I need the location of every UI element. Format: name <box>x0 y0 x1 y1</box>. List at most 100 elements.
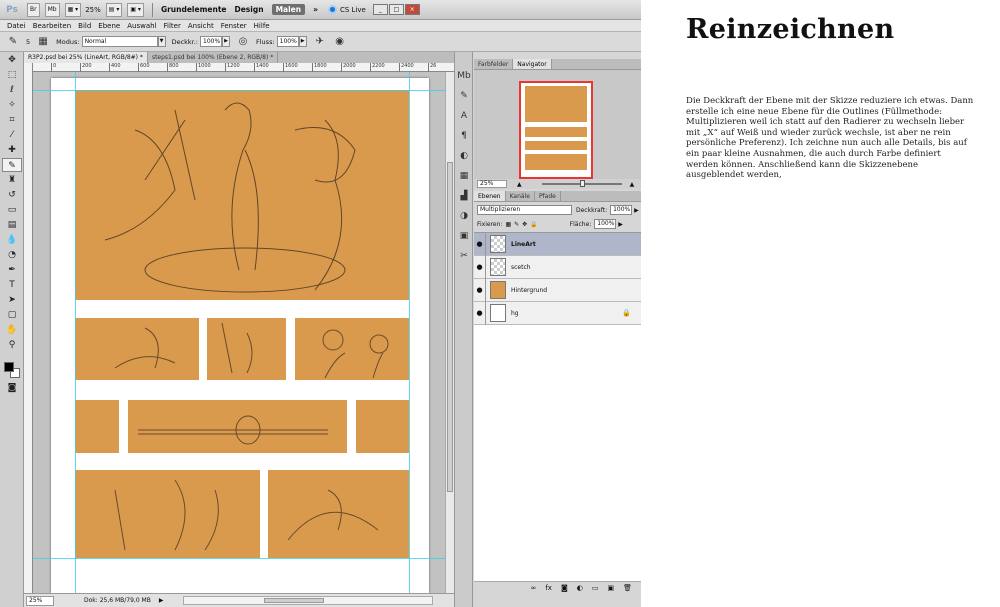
tools-presets-icon[interactable]: ✂ <box>456 248 472 264</box>
arrange-docs-button[interactable]: ▤ ▾ <box>105 2 123 17</box>
minimize-button[interactable]: _ <box>372 4 388 15</box>
navigator-zoom-slider[interactable] <box>541 180 622 187</box>
move-tool-icon[interactable]: ✥ <box>2 53 22 67</box>
minibridge-button[interactable]: Mb <box>44 2 60 17</box>
menu-bild[interactable]: Bild <box>78 22 91 30</box>
color-icon[interactable]: ◐ <box>456 148 472 164</box>
comic-page[interactable] <box>51 78 429 593</box>
zoom-in-icon[interactable]: ▲ <box>630 181 635 188</box>
adjustment-layer-icon[interactable]: ◐ <box>577 584 583 592</box>
tab-navigator[interactable]: Navigator <box>513 59 552 69</box>
fluss-field[interactable]: 100% <box>276 36 299 47</box>
tab-pfade[interactable]: Pfade <box>535 191 561 201</box>
brush-presets-icon[interactable]: ✎ <box>456 88 472 104</box>
new-layer-icon[interactable]: ▣ <box>607 584 614 592</box>
brush-tool-icon[interactable]: ✎ <box>6 35 20 49</box>
link-layers-icon[interactable]: ∞ <box>531 584 537 592</box>
brush-tool-icon[interactable]: ✎ <box>2 158 22 172</box>
layer-scetch[interactable]: ● scetch <box>474 255 641 279</box>
lock-pixels-icon[interactable]: ✎ <box>514 221 519 228</box>
menu-bearbeiten[interactable]: Bearbeiten <box>33 22 71 30</box>
brush-panel-icon[interactable]: ▦ <box>36 35 50 49</box>
menu-fenster[interactable]: Fenster <box>221 22 247 30</box>
status-arrow-icon[interactable]: ▶ <box>159 597 164 604</box>
zoom-tool-icon[interactable]: ⚲ <box>2 338 22 352</box>
workspace-malen[interactable]: Malen <box>271 4 306 15</box>
chevron-right-icon[interactable]: ▶ <box>634 207 639 214</box>
masks-icon[interactable]: ▣ <box>456 228 472 244</box>
workspace-design[interactable]: Design <box>235 5 264 14</box>
gradient-tool-icon[interactable]: ▤ <box>2 218 22 232</box>
lock-transparency-icon[interactable]: ▦ <box>505 221 511 228</box>
dodge-tool-icon[interactable]: ◔ <box>2 248 22 262</box>
quick-mask-icon[interactable]: ◙ <box>2 381 22 395</box>
lock-all-icon[interactable]: 🔒 <box>530 221 537 228</box>
more-workspaces-button[interactable]: » <box>313 5 318 14</box>
history-brush-tool-icon[interactable]: ↺ <box>2 188 22 202</box>
eye-icon[interactable]: ● <box>474 232 486 256</box>
cs-live-menu[interactable]: CS Live <box>327 5 366 14</box>
quick-select-tool-icon[interactable]: ✧ <box>2 98 22 112</box>
eye-icon[interactable]: ● <box>474 278 486 302</box>
brush-size[interactable]: 5 <box>26 38 30 46</box>
vertical-scrollbar[interactable] <box>445 72 454 593</box>
canvas-area[interactable] <box>33 72 445 593</box>
histogram-icon[interactable]: ▟ <box>456 188 472 204</box>
stamp-tool-icon[interactable]: ♜ <box>2 173 22 187</box>
tab-steps1[interactable]: steps1.psd bei 100% (Ebene 2, RGB/8) * <box>148 52 279 63</box>
trash-icon[interactable]: 🗑 <box>623 584 632 592</box>
tab-kanaele[interactable]: Kanäle <box>506 191 535 201</box>
menu-auswahl[interactable]: Auswahl <box>127 22 156 30</box>
tab-farbfelder[interactable]: Farbfelder <box>474 59 514 69</box>
close-button[interactable]: × <box>404 4 420 15</box>
workspace-grundelemente[interactable]: Grundelemente <box>161 5 227 14</box>
menu-ebene[interactable]: Ebene <box>98 22 120 30</box>
chevron-right-icon[interactable]: ▶ <box>298 36 307 47</box>
chevron-right-icon[interactable]: ▶ <box>618 221 623 228</box>
maximize-button[interactable]: □ <box>388 4 404 15</box>
scroll-thumb[interactable] <box>447 162 453 492</box>
blend-mode-select[interactable]: Multiplizieren <box>477 205 572 215</box>
layer-lineart[interactable]: ● LineArt <box>474 232 641 256</box>
pressure-size-icon[interactable]: ◉ <box>333 35 347 49</box>
crop-tool-icon[interactable]: ⌗ <box>2 113 22 127</box>
fill-field[interactable]: 100% <box>594 219 617 229</box>
shape-tool-icon[interactable]: ▢ <box>2 308 22 322</box>
pressure-opacity-icon[interactable]: ◎ <box>236 35 250 49</box>
deckkr-field[interactable]: 100% <box>200 36 223 47</box>
layer-hintergrund[interactable]: ● Hintergrund <box>474 278 641 302</box>
swatches-icon[interactable]: ▦ <box>456 168 472 184</box>
airbrush-icon[interactable]: ✈ <box>313 35 327 49</box>
path-select-tool-icon[interactable]: ➤ <box>2 293 22 307</box>
minibridge-icon[interactable]: Mb <box>456 68 472 84</box>
view-extras-button[interactable]: ▦ ▾ <box>64 2 82 17</box>
lock-position-icon[interactable]: ✥ <box>522 221 527 228</box>
layer-style-icon[interactable]: fx <box>545 584 552 592</box>
eraser-tool-icon[interactable]: ▭ <box>2 203 22 217</box>
opacity-field[interactable]: 100% <box>610 205 633 215</box>
tab-ebenen[interactable]: Ebenen <box>474 191 506 201</box>
hand-tool-icon[interactable]: ✋ <box>2 323 22 337</box>
foreground-color-swatch[interactable] <box>4 362 14 372</box>
eye-icon[interactable]: ● <box>474 301 486 325</box>
slider-knob[interactable] <box>579 180 585 187</box>
layer-hg[interactable]: ● hg 🔒 <box>474 301 641 325</box>
chevron-down-icon[interactable]: ▼ <box>157 36 166 47</box>
status-zoom-field[interactable]: 25% <box>26 595 54 606</box>
marquee-tool-icon[interactable]: ⬚ <box>2 68 22 82</box>
navigator-preview[interactable] <box>474 70 641 179</box>
tab-r3p2[interactable]: R3P2.psd bei 25% (LineArt, RGB/8#) * <box>24 52 148 63</box>
bridge-button[interactable]: Br <box>27 2 40 17</box>
horizontal-scrollbar[interactable] <box>183 596 434 605</box>
navigator-view-box[interactable] <box>519 81 593 179</box>
zoom-out-icon[interactable]: ▲ <box>517 181 522 188</box>
menu-filter[interactable]: Filter <box>164 22 181 30</box>
navigator-zoom-field[interactable]: 25% <box>477 180 507 188</box>
paragraph-icon[interactable]: ¶ <box>456 128 472 144</box>
lasso-tool-icon[interactable]: ℓ <box>2 83 22 97</box>
chevron-right-icon[interactable]: ▶ <box>222 36 231 47</box>
eyedropper-tool-icon[interactable]: ⁄ <box>2 128 22 142</box>
add-mask-icon[interactable]: ◙ <box>561 584 568 592</box>
zoom-level-dropdown[interactable]: 25% <box>85 6 101 14</box>
screen-mode-button[interactable]: ▣ ▾ <box>127 2 144 17</box>
